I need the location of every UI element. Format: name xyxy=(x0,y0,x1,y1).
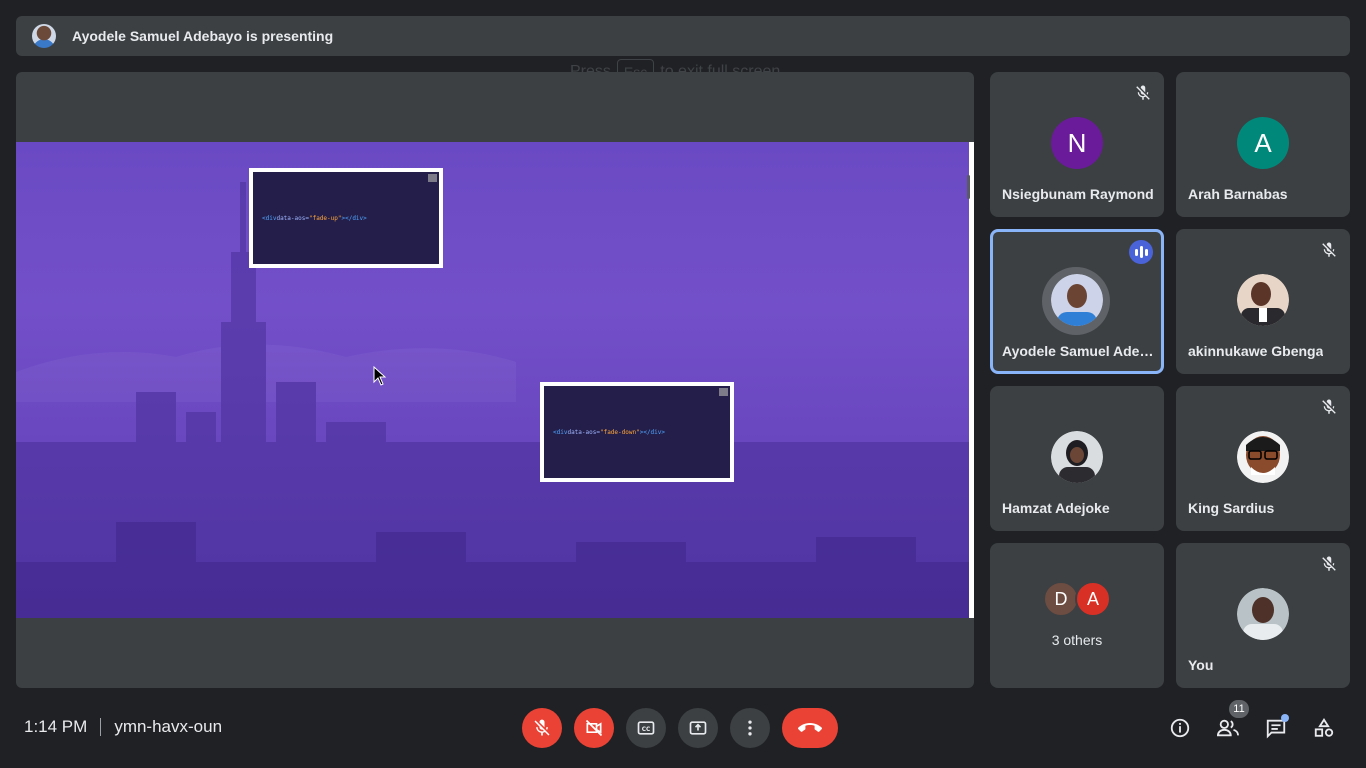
captions-button[interactable]: CC xyxy=(626,708,666,748)
code-attr: data-aos= xyxy=(567,428,600,436)
mic-off-icon xyxy=(534,719,550,736)
participant-tile[interactable]: Hamzat Adejoke xyxy=(990,386,1164,531)
info-icon xyxy=(1170,718,1190,738)
participant-tile[interactable]: akinnukawe Gbenga xyxy=(1176,229,1350,374)
meeting-details-button[interactable] xyxy=(1166,714,1194,742)
code-snippet-fade-down: <div data-aos= "fade-down" ></div> xyxy=(540,382,734,482)
presentation-stage: <div data-aos= "fade-up" ></div> <div data… xyxy=(16,72,974,688)
mic-off-icon xyxy=(1322,399,1336,414)
people-button[interactable] xyxy=(1214,714,1242,742)
participant-photo xyxy=(1237,588,1289,640)
present-icon xyxy=(689,721,707,735)
captions-icon: CC xyxy=(637,721,655,735)
participant-photo xyxy=(1237,274,1289,326)
slide-scrollbar[interactable] xyxy=(967,175,970,199)
participant-name: King Sardius xyxy=(1188,500,1275,516)
image-corner-icon xyxy=(428,174,437,182)
chat-notification-dot xyxy=(1281,714,1289,722)
camera-toggle-button[interactable] xyxy=(574,708,614,748)
participant-tile[interactable]: A Arah Barnabas xyxy=(1176,72,1350,217)
presenting-banner: Ayodele Samuel Adebayo is presenting xyxy=(16,16,1350,56)
meeting-time: 1:14 PM xyxy=(24,717,88,736)
code-value: "fade-up" xyxy=(308,214,342,222)
code-snippet-fade-up: <div data-aos= "fade-up" ></div> xyxy=(249,168,443,268)
presenter-avatar xyxy=(32,24,56,48)
meeting-info: 1:14 PM ymn-havx-oun xyxy=(24,717,222,737)
participant-photo xyxy=(1051,274,1103,326)
activities-icon xyxy=(1314,718,1334,737)
activities-button[interactable] xyxy=(1310,714,1338,742)
more-options-button[interactable] xyxy=(730,708,770,748)
avatar-letter: A xyxy=(1237,117,1289,169)
svg-text:CC: CC xyxy=(642,727,651,733)
speaking-indicator-icon xyxy=(1129,240,1153,264)
people-count-badge: 11 xyxy=(1229,700,1249,718)
participant-photo xyxy=(1051,431,1103,483)
others-count-label: 3 others xyxy=(1051,632,1103,648)
others-tile[interactable]: D A 3 others xyxy=(990,543,1164,688)
participant-photo-cartoon xyxy=(1237,431,1289,483)
presenting-text: Ayodele Samuel Adebayo is presenting xyxy=(72,28,334,44)
code-tag-close: ></div> xyxy=(639,428,666,436)
others-avatar: D xyxy=(1043,581,1079,617)
code-tag-close: ></div> xyxy=(341,214,367,222)
city-skyline-image xyxy=(16,182,969,618)
participant-tile[interactable]: King Sardius xyxy=(1176,386,1350,531)
divider xyxy=(100,718,102,736)
code-tag-open: <div xyxy=(262,214,277,222)
leave-call-button[interactable] xyxy=(782,708,838,748)
mic-off-icon xyxy=(1136,85,1150,100)
present-now-button[interactable] xyxy=(678,708,718,748)
participant-name: Ayodele Samuel Ade… xyxy=(1002,343,1154,359)
camera-off-icon xyxy=(585,719,603,737)
participant-name: akinnukawe Gbenga xyxy=(1188,343,1324,359)
participant-name: You xyxy=(1188,657,1214,673)
others-avatars: D A xyxy=(1043,581,1111,617)
others-avatar: A xyxy=(1075,581,1111,617)
microphone-toggle-button[interactable] xyxy=(522,708,562,748)
code-tag-open: <div xyxy=(553,428,568,436)
code-attr: data-aos= xyxy=(276,214,309,222)
meeting-code[interactable]: ymn-havx-oun xyxy=(114,717,222,737)
participant-name: Nsiegbunam Raymond xyxy=(1002,186,1154,202)
people-icon xyxy=(1216,719,1239,737)
slide-edge xyxy=(969,142,974,618)
code-value: "fade-down" xyxy=(599,428,640,436)
avatar-letter: N xyxy=(1051,117,1103,169)
mouse-cursor-icon xyxy=(373,366,387,386)
participant-name: Arah Barnabas xyxy=(1188,186,1288,202)
participant-name: Hamzat Adejoke xyxy=(1002,500,1110,516)
mic-off-icon xyxy=(1322,242,1336,257)
mic-off-icon xyxy=(1322,556,1336,571)
more-vert-icon xyxy=(748,720,752,736)
image-corner-icon xyxy=(719,388,728,396)
presented-slide: <div data-aos= "fade-up" ></div> <div data… xyxy=(16,142,969,618)
self-tile[interactable]: You xyxy=(1176,543,1350,688)
participant-tile-active-speaker[interactable]: Ayodele Samuel Ade… xyxy=(990,229,1164,374)
hang-up-icon xyxy=(798,723,822,732)
participant-tile[interactable]: N Nsiegbunam Raymond xyxy=(990,72,1164,217)
